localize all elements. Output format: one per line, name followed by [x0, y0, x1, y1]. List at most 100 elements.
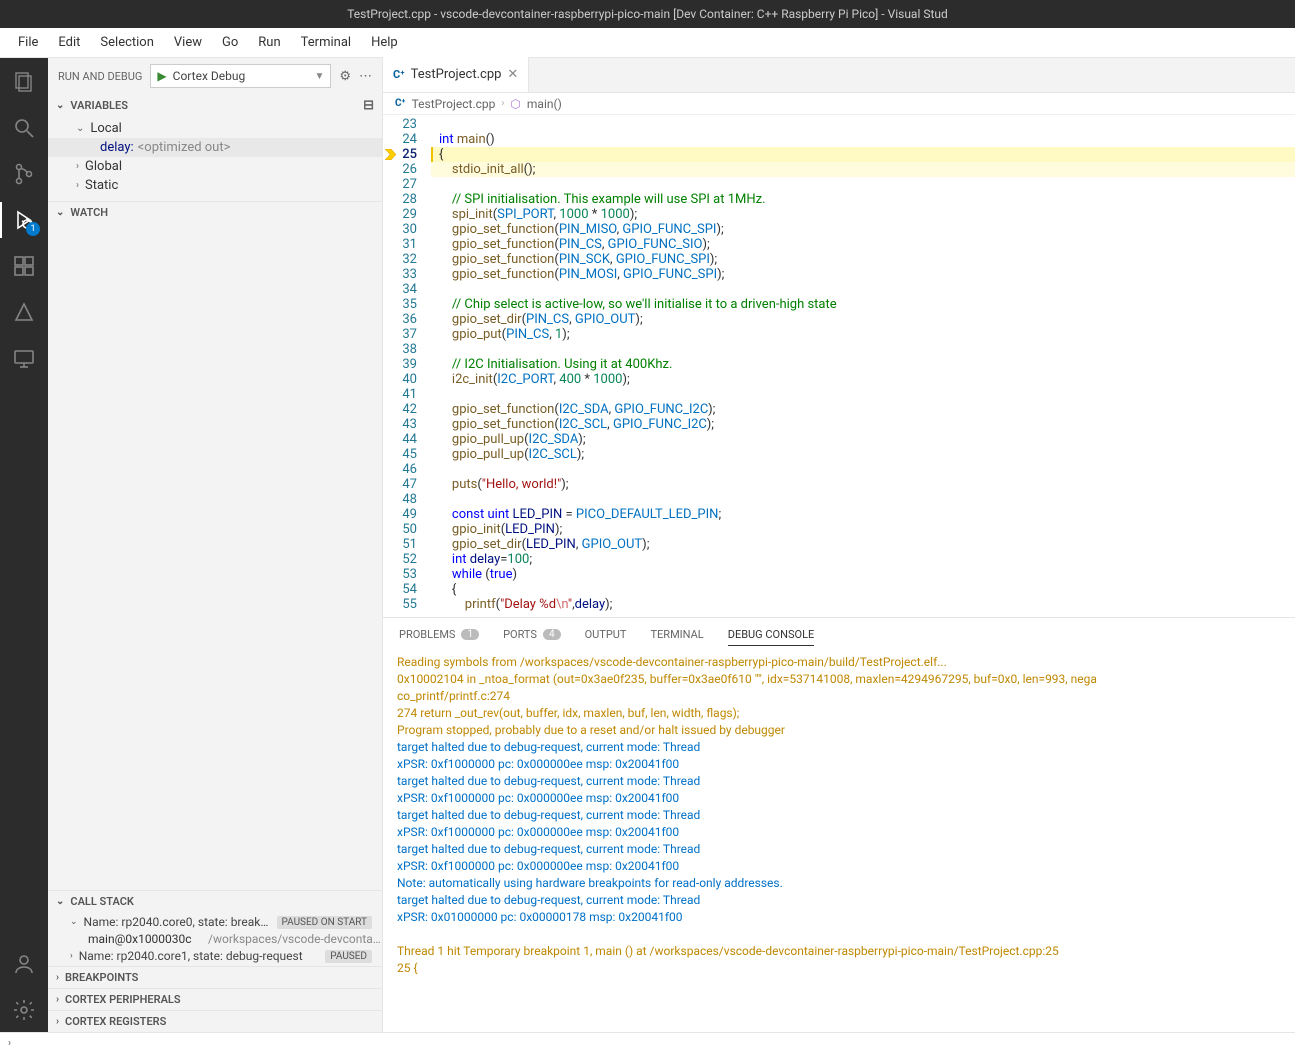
- tab-debug-console[interactable]: DEBUG CONSOLE: [728, 628, 815, 646]
- menu-help[interactable]: Help: [363, 31, 406, 54]
- current-line-marker: [385, 149, 396, 160]
- console-line: Reading symbols from /workspaces/vscode-…: [397, 654, 1281, 671]
- callstack-thread-1[interactable]: › Name: rp2040.core1, state: debug-reque…: [48, 946, 382, 966]
- collapse-icon[interactable]: ⊟: [363, 98, 374, 113]
- menu-bar: FileEditSelectionViewGoRunTerminalHelp: [0, 28, 1295, 58]
- console-line: 274 return _out_rev(out, buffer, idx, ma…: [397, 705, 1281, 722]
- chevron-right-icon: ›: [76, 180, 79, 191]
- gear-icon[interactable]: ⚙: [339, 69, 351, 84]
- debug-console-output[interactable]: Reading symbols from /workspaces/vscode-…: [383, 650, 1295, 1032]
- tab-terminal[interactable]: TERMINAL: [650, 628, 703, 641]
- tab-problems[interactable]: PROBLEMS 1: [399, 628, 479, 641]
- console-line: 25 {: [397, 960, 1281, 977]
- debug-badge: 1: [26, 222, 40, 236]
- tab-output[interactable]: OUTPUT: [585, 628, 627, 641]
- console-line: Thread 1 hit Temporary breakpoint 1, mai…: [397, 943, 1281, 960]
- tab-label: DEBUG CONSOLE: [728, 628, 815, 641]
- close-icon[interactable]: ✕: [507, 67, 518, 82]
- console-line: xPSR: 0xf1000000 pc: 0x000000ee msp: 0x2…: [397, 790, 1281, 807]
- count-badge: 4: [543, 629, 561, 640]
- editor-tab[interactable]: C⁺ TestProject.cpp ✕: [383, 57, 529, 92]
- editor-tab-bar: C⁺ TestProject.cpp ✕: [383, 58, 1295, 93]
- cortex-registers-header[interactable]: › CORTEX REGISTERS: [48, 1010, 382, 1032]
- cortex-peripherals-header[interactable]: › CORTEX PERIPHERALS: [48, 988, 382, 1010]
- breakpoints-header[interactable]: › BREAKPOINTS: [48, 966, 382, 988]
- run-debug-icon[interactable]: 1: [10, 206, 38, 234]
- bottom-panel: PROBLEMS 1 PORTS 4 OUTPUT TERMINAL DEBUG C…: [383, 617, 1295, 1032]
- console-line: xPSR: 0xf1000000 pc: 0x000000ee msp: 0x2…: [397, 756, 1281, 773]
- thread-label: Name: rp2040.core0, state: breakp…: [84, 915, 271, 929]
- tab-label: OUTPUT: [585, 628, 627, 641]
- console-line: xPSR: 0xf1000000 pc: 0x000000ee msp: 0x2…: [397, 858, 1281, 875]
- cpp-file-icon: C⁺: [395, 98, 406, 109]
- chevron-down-icon: ▼: [314, 71, 324, 82]
- callstack-label: CALL STACK: [70, 895, 134, 908]
- code-content[interactable]: int main(){ stdio_init_all(); // SPI ini…: [431, 115, 1295, 617]
- breadcrumb-function: main(): [527, 97, 562, 111]
- var-scope-local[interactable]: ⌄Local: [48, 119, 382, 138]
- tab-ports[interactable]: PORTS 4: [503, 628, 561, 641]
- var-item-delay[interactable]: delay: <optimized out>: [48, 138, 382, 157]
- more-icon[interactable]: ⋯: [359, 69, 372, 84]
- variables-label: VARIABLES: [70, 99, 128, 112]
- console-line: xPSR: 0x01000000 pc: 0x00000178 msp: 0x2…: [397, 909, 1281, 926]
- extensions-icon[interactable]: [10, 252, 38, 280]
- frame-path: /workspaces/vscode-devcontai…: [208, 932, 382, 946]
- var-scope-static[interactable]: ›Static: [48, 176, 382, 195]
- console-line: co_printf/printf.c:274: [397, 688, 1281, 705]
- explorer-icon[interactable]: [10, 68, 38, 96]
- account-icon[interactable]: [10, 950, 38, 978]
- callstack-header[interactable]: ⌄ CALL STACK: [48, 890, 382, 912]
- tab-label: PORTS: [503, 628, 537, 641]
- tab-label: TERMINAL: [650, 628, 703, 641]
- tab-label: PROBLEMS: [399, 628, 455, 641]
- chevron-right-icon: ›: [70, 951, 73, 961]
- count-badge: 1: [461, 629, 479, 640]
- chevron-down-icon: ⌄: [70, 917, 78, 927]
- cortex-periph-label: CORTEX PERIPHERALS: [65, 993, 181, 1006]
- menu-edit[interactable]: Edit: [50, 31, 88, 54]
- source-control-icon[interactable]: [10, 160, 38, 188]
- breadcrumb[interactable]: C⁺ TestProject.cpp › ⬡ main(): [383, 93, 1295, 115]
- play-icon: ▶: [157, 69, 166, 83]
- run-debug-title: RUN AND DEBUG: [58, 70, 142, 83]
- var-scope-global[interactable]: ›Global: [48, 157, 382, 176]
- watch-header[interactable]: ⌄ WATCH: [48, 201, 382, 223]
- console-line: xPSR: 0xf1000000 pc: 0x000000ee msp: 0x2…: [397, 824, 1281, 841]
- paused-badge: PAUSED ON START: [277, 916, 373, 929]
- menu-selection[interactable]: Selection: [92, 31, 161, 54]
- status-bar: ›: [0, 1032, 1295, 1054]
- breakpoints-label: BREAKPOINTS: [65, 971, 138, 984]
- callstack-frame-0[interactable]: main@0x1000030c /workspaces/vscode-devco…: [48, 932, 382, 946]
- console-line: [397, 926, 1281, 943]
- debug-config-label: Cortex Debug: [173, 69, 246, 83]
- menu-terminal[interactable]: Terminal: [293, 31, 359, 54]
- cortex-reg-label: CORTEX REGISTERS: [65, 1015, 166, 1028]
- var-key: delay:: [100, 140, 134, 155]
- var-scope-label: Global: [85, 159, 122, 174]
- remote-icon[interactable]: [10, 344, 38, 372]
- console-line: target halted due to debug-request, curr…: [397, 807, 1281, 824]
- code-editor[interactable]: 2324252627282930313233343536373839404142…: [383, 115, 1295, 617]
- menu-view[interactable]: View: [166, 31, 210, 54]
- console-line: target halted due to debug-request, curr…: [397, 773, 1281, 790]
- console-line: target halted due to debug-request, curr…: [397, 892, 1281, 909]
- callstack-thread-0[interactable]: ⌄ Name: rp2040.core0, state: breakp… PAU…: [48, 912, 382, 932]
- debug-config-select[interactable]: ▶ Cortex Debug ▼: [150, 64, 331, 88]
- variables-header[interactable]: ⌄ VARIABLES ⊟: [48, 94, 382, 117]
- chevron-right-icon[interactable]: ›: [8, 1038, 11, 1049]
- line-gutter: 2324252627282930313233343536373839404142…: [383, 115, 431, 617]
- frame-function: main@0x1000030c: [88, 932, 208, 946]
- menu-run[interactable]: Run: [250, 31, 288, 54]
- search-icon[interactable]: [10, 114, 38, 142]
- chevron-right-icon: ›: [56, 1016, 59, 1027]
- settings-icon[interactable]: [10, 996, 38, 1024]
- cmake-icon[interactable]: [10, 298, 38, 326]
- console-line: target halted due to debug-request, curr…: [397, 841, 1281, 858]
- menu-go[interactable]: Go: [214, 31, 246, 54]
- watch-label: WATCH: [70, 206, 108, 219]
- menu-file[interactable]: File: [10, 31, 46, 54]
- breadcrumb-file: TestProject.cpp: [412, 97, 496, 111]
- chevron-right-icon: ›: [56, 994, 59, 1005]
- chevron-down-icon: ⌄: [56, 100, 64, 111]
